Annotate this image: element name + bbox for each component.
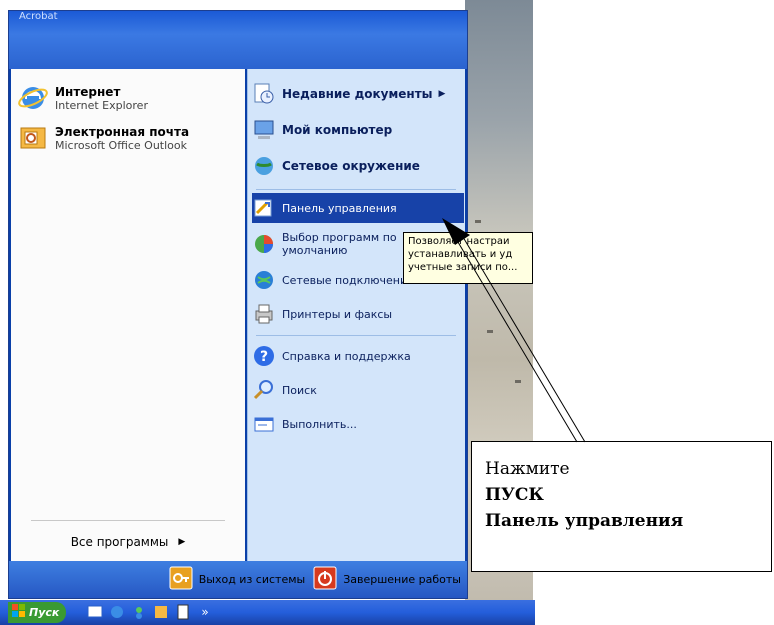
- separator: [256, 189, 456, 190]
- pinned-item-subtitle: Internet Explorer: [55, 98, 148, 112]
- pinned-item-email[interactable]: Электронная почта Microsoft Office Outlo…: [17, 119, 241, 157]
- internet-explorer-icon: [17, 82, 49, 114]
- menu-item-label: Недавние документы: [282, 87, 433, 101]
- recent-documents-icon: [252, 82, 276, 106]
- quicklaunch-document-icon[interactable]: [174, 603, 192, 621]
- start-menu-header: Acrobat: [9, 11, 467, 69]
- help-icon: ?: [252, 344, 276, 368]
- callout-line-2: ПУСК: [485, 485, 544, 505]
- arrow-right-icon: ▶: [178, 537, 186, 547]
- pinned-item-internet[interactable]: Интернет Internet Explorer: [17, 79, 241, 117]
- printers-icon: [252, 302, 276, 326]
- quicklaunch-outlook-icon[interactable]: [152, 603, 170, 621]
- menu-item-printers[interactable]: Принтеры и факсы: [252, 299, 462, 329]
- network-places-icon: [252, 154, 276, 178]
- quicklaunch-overflow-icon[interactable]: »: [196, 603, 214, 621]
- logoff-label: Выход из системы: [198, 573, 306, 586]
- menu-item-recent-documents[interactable]: Недавние документы ▶: [252, 77, 462, 111]
- network-connections-icon: [252, 268, 276, 292]
- start-label: Пуск: [29, 606, 60, 619]
- pinned-item-title: Электронная почта: [55, 124, 190, 139]
- pinned-item-subtitle: Microsoft Office Outlook: [55, 138, 187, 152]
- pinned-programs-column: Интернет Internet Explorer Электронная п…: [11, 69, 245, 561]
- start-menu-footer: Выход из системы Завершение работы: [9, 561, 467, 598]
- control-panel-icon: [252, 196, 276, 220]
- callout-line-3: Панель управления: [485, 511, 684, 531]
- all-programs-label: Все программы: [70, 535, 169, 549]
- menu-item-label: Мой компьютер: [282, 123, 393, 137]
- all-programs-button[interactable]: Все программы ▶: [11, 525, 245, 559]
- menu-item-label: Выполнить...: [282, 417, 357, 431]
- shutdown-label: Завершение работы: [343, 573, 461, 586]
- system-places-column: Недавние документы ▶ Мой компьютер Сетев…: [247, 69, 465, 561]
- menu-item-label: Сетевое окружение: [282, 159, 420, 173]
- pinned-item-title: Интернет: [55, 84, 121, 99]
- menu-item-label: Принтеры и факсы: [282, 307, 393, 321]
- menu-item-label: Панель управления: [282, 201, 397, 215]
- taskbar: Пуск »: [0, 600, 535, 625]
- tooltip-text: Позволяет настраи устанавливать и уд уче…: [408, 236, 518, 273]
- power-icon: [313, 566, 337, 593]
- start-menu: Acrobat Интернет Internet Explorer Элект…: [8, 10, 468, 599]
- logoff-button[interactable]: Выход из системы: [169, 566, 305, 593]
- menu-item-network-places[interactable]: Сетевое окружение: [252, 149, 462, 183]
- shutdown-button[interactable]: Завершение работы: [313, 566, 461, 593]
- instruction-callout: Нажмите ПУСК Панель управления: [471, 441, 772, 572]
- callout-line-1: Нажмите: [485, 459, 570, 479]
- default-programs-icon: [252, 232, 276, 256]
- tooltip: Позволяет настраи устанавливать и уд уче…: [403, 232, 533, 284]
- menu-item-label: Поиск: [282, 383, 317, 397]
- separator: [31, 520, 225, 521]
- quicklaunch-messenger-icon[interactable]: [130, 603, 148, 621]
- start-button[interactable]: Пуск: [8, 602, 66, 623]
- logoff-icon: [169, 566, 193, 593]
- my-computer-icon: [252, 118, 276, 142]
- quicklaunch-desktop-icon[interactable]: [86, 603, 104, 621]
- menu-item-search[interactable]: Поиск: [252, 375, 462, 405]
- menu-item-my-computer[interactable]: Мой компьютер: [252, 113, 462, 147]
- separator: [256, 335, 456, 336]
- svg-text:?: ?: [260, 349, 268, 365]
- user-name: Acrobat: [19, 11, 58, 22]
- windows-logo-icon: [12, 603, 26, 622]
- menu-item-run[interactable]: Выполнить...: [252, 409, 462, 439]
- menu-item-label: Справка и поддержка: [282, 349, 411, 363]
- menu-item-label: Сетевые подключения: [282, 273, 414, 287]
- arrow-right-icon: ▶: [438, 89, 446, 99]
- start-menu-body: Интернет Internet Explorer Электронная п…: [11, 69, 465, 561]
- run-icon: [252, 412, 276, 436]
- search-icon: [252, 378, 276, 402]
- menu-item-help[interactable]: ? Справка и поддержка: [252, 341, 462, 371]
- outlook-icon: [17, 122, 49, 154]
- menu-item-control-panel[interactable]: Панель управления: [252, 193, 464, 223]
- quicklaunch-ie-icon[interactable]: [108, 603, 126, 621]
